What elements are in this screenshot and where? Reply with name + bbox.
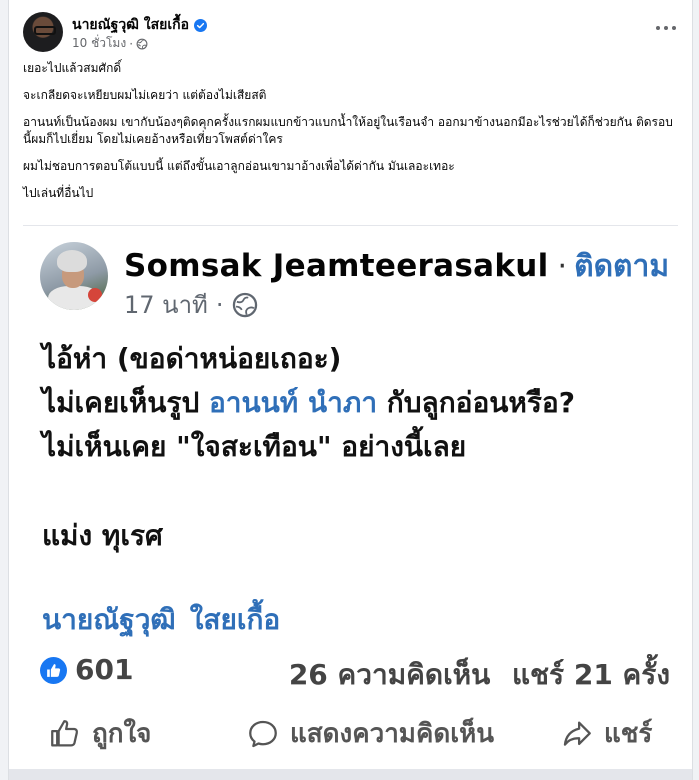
follow-label: ติดตาม bbox=[574, 249, 670, 284]
comment-icon bbox=[249, 720, 277, 747]
engagement-counts: 26 ความคิดเห็น แชร์ 21 ครั้ง bbox=[289, 653, 670, 697]
share-label: แชร์ bbox=[604, 719, 653, 749]
post-text: เยอะไปแล้วสมศักดิ์ จะเกลียดจะเหยียบผมไม่… bbox=[23, 60, 678, 212]
globe-icon bbox=[136, 38, 148, 49]
post-divider bbox=[9, 769, 692, 780]
shared-dot: · bbox=[557, 249, 568, 284]
tag-first-name: นายณัฐวุฒิ bbox=[42, 603, 176, 636]
shared-time-dot: · bbox=[215, 290, 224, 319]
post-paragraph: จะเกลียดจะเหยียบผมไม่เคยว่า แต่ต้องไม่เส… bbox=[23, 88, 267, 102]
comment-label: แสดงความคิดเห็น bbox=[290, 719, 495, 749]
shared-post-screenshot[interactable]: Somsak Jeamteerasakul · ติดตาม 17 นาที ·… bbox=[23, 225, 678, 774]
shared-meta: 17 นาที · bbox=[124, 285, 258, 324]
author-name[interactable]: นายณัฐวุฒิ ใสยเกื้อ bbox=[72, 14, 189, 36]
more-icon bbox=[656, 26, 660, 30]
action-bar: ถูกใจ แสดงความคิดเห็น แชร์ bbox=[40, 713, 670, 753]
share-count: แชร์ 21 ครั้ง bbox=[512, 658, 670, 691]
tagged-person-link: อานนท์ นำภา bbox=[208, 386, 378, 419]
shared-body: ไอ้ห่า (ขอด่าหน่อยเถอะ) ไม่เคยเห็นรูป อา… bbox=[42, 337, 575, 469]
reaction-stats: 601 26 ความคิดเห็น แชร์ 21 ครั้ง bbox=[40, 652, 670, 691]
post-time[interactable]: 10 ชั่วโมง bbox=[72, 34, 126, 53]
tag-last-name: ใสยเกื้อ bbox=[189, 603, 281, 636]
post-paragraph: ผมไม่ชอบการตอบโต้แบบนี้ แต่ถึงขั้นเอาลูก… bbox=[23, 159, 455, 173]
post-meta: 10 ชั่วโมง · bbox=[72, 34, 148, 53]
shared-tag: นายณัฐวุฒิ ใสยเกื้อ bbox=[42, 598, 280, 642]
shared-author-avatar bbox=[40, 242, 108, 310]
author-row: นายณัฐวุฒิ ใสยเกื้อ bbox=[72, 14, 207, 36]
globe-icon bbox=[232, 292, 257, 317]
comment-count: 26 ความคิดเห็น bbox=[288, 658, 491, 691]
post-paragraph: เยอะไปแล้วสมศักดิ์ bbox=[23, 61, 122, 75]
post-header: นายณัฐวุฒิ ใสยเกื้อ 10 ชั่วโมง · bbox=[23, 12, 678, 54]
line2-text-pre: ไม่เคยเห็นรูป bbox=[42, 386, 209, 419]
share-icon bbox=[563, 721, 591, 746]
share-action: แชร์ bbox=[560, 713, 652, 754]
like-action: ถูกใจ bbox=[48, 713, 151, 754]
post-paragraph: ไปเล่นที่อื่นไป bbox=[23, 186, 94, 200]
line2-text-post: กับลูกอ่อนหรือ? bbox=[377, 386, 575, 419]
shared-author-name: Somsak Jeamteerasakul bbox=[124, 248, 549, 284]
like-label: ถูกใจ bbox=[92, 719, 152, 749]
like-count: 601 bbox=[75, 653, 134, 686]
shared-line-1: ไอ้ห่า (ขอด่าหน่อยเถอะ) bbox=[42, 342, 342, 375]
shared-author-row: Somsak Jeamteerasakul · ติดตาม bbox=[124, 243, 669, 290]
verified-icon bbox=[193, 18, 207, 32]
author-avatar[interactable] bbox=[23, 12, 63, 52]
more-options-button[interactable] bbox=[654, 20, 678, 36]
like-icon bbox=[51, 719, 79, 746]
like-badge-icon bbox=[40, 657, 67, 684]
shared-time: 17 นาที bbox=[124, 291, 208, 319]
shared-signoff: แม่ง ทุเรศ bbox=[42, 519, 163, 552]
meta-separator: · bbox=[129, 36, 134, 51]
shared-line-2: ไม่เคยเห็นรูป อานนท์ นำภา กับลูกอ่อนหรือ… bbox=[42, 381, 575, 425]
post-paragraph: อานนท์เป็นน้องผม เขากับน้องๆติดคุกครั้งแ… bbox=[23, 115, 673, 146]
comment-action: แสดงความคิดเห็น bbox=[246, 713, 494, 754]
shared-line-3: ไม่เห็นเคย "ใจสะเทือน" อย่างนี้เลย bbox=[42, 430, 467, 463]
facebook-post: นายณัฐวุฒิ ใสยเกื้อ 10 ชั่วโมง · เยอะไปแ… bbox=[8, 0, 693, 780]
